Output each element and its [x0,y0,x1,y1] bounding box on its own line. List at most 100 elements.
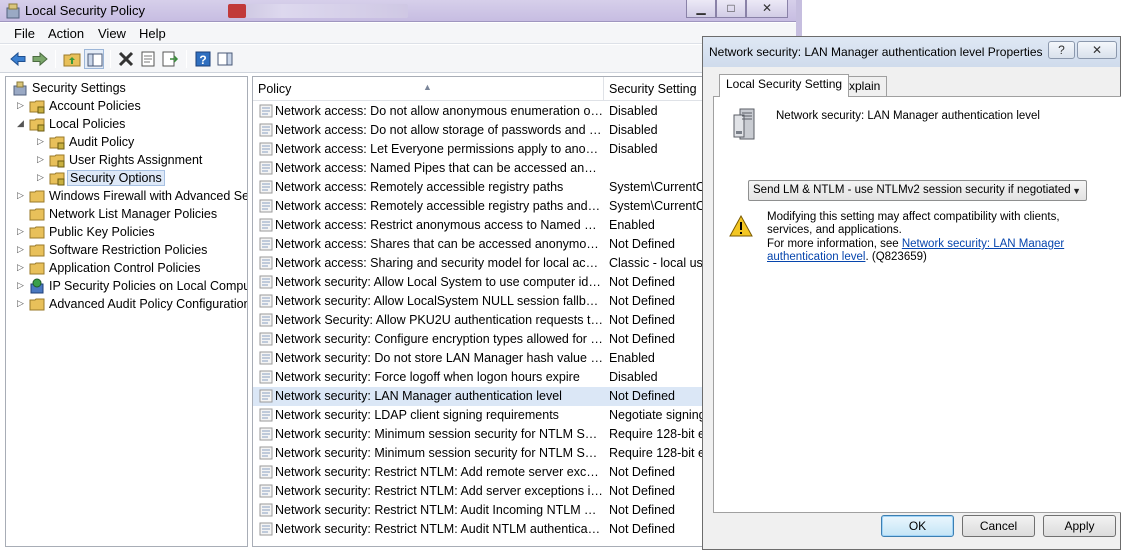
more-info-suffix: . (Q823659) [865,251,927,263]
dialog-help-button[interactable]: ? [1048,41,1075,59]
table-row[interactable]: Network access: Remotely accessible regi… [253,178,711,197]
help-button[interactable]: ? [193,49,213,69]
table-row[interactable]: Network security: Minimum session securi… [253,425,711,444]
table-row[interactable]: Network security: Restrict NTLM: Audit I… [253,501,711,520]
table-row[interactable]: Network access: Remotely accessible regi… [253,197,711,216]
title-bar[interactable]: Local Security Policy ▁ □ ✕ [0,0,796,22]
cancel-button[interactable]: Cancel [962,515,1035,537]
policy-name: Network security: Allow LocalSystem NULL… [275,294,603,308]
table-row[interactable]: Network security: LDAP client signing re… [253,406,711,425]
security-setting-value: Not Defined [609,522,676,536]
table-row[interactable]: Network access: Do not allow storage of … [253,121,711,140]
table-row[interactable]: Network security: Configure encryption t… [253,330,711,349]
more-info-text: For more information, see Network securi… [767,238,1107,264]
menu-action[interactable]: Action [48,26,84,41]
collapsed-arrow-icon[interactable]: ▷ [16,245,25,254]
policy-icon [259,427,273,441]
table-row[interactable]: Network access: Restrict anonymous acces… [253,216,711,235]
collapsed-arrow-icon[interactable]: ▷ [16,299,25,308]
delete-button[interactable] [116,49,136,69]
collapsed-arrow-icon[interactable]: ▷ [16,263,25,272]
table-row[interactable]: Network security: Restrict NTLM: Add ser… [253,482,711,501]
menu-help[interactable]: Help [139,26,166,41]
back-button[interactable] [8,49,28,69]
policy-icon [259,256,273,270]
table-row[interactable]: Network access: Let Everyone permissions… [253,140,711,159]
window-controls: ▁ □ ✕ [686,0,788,18]
collapsed-arrow-icon[interactable]: ▷ [36,155,45,164]
console-tree: Security Settings ▷ Account Policies ◢ Loca… [5,76,248,547]
taskbar-tab [228,4,408,18]
tab-local-security-setting[interactable]: Local Security Setting [719,74,850,97]
policy-name: Network access: Do not allow storage of … [275,123,603,137]
table-row[interactable]: Network security: Force logoff when logo… [253,368,711,387]
export-list-button[interactable] [160,49,180,69]
collapsed-arrow-icon[interactable]: ▷ [16,227,25,236]
policy-name: Network security: LDAP client signing re… [275,408,559,422]
folder-icon [29,208,45,221]
chevron-down-icon: ▼ [1072,186,1081,196]
apply-button-label: Apply [1064,519,1095,533]
folder-icon [29,244,45,257]
forward-button[interactable] [30,49,50,69]
table-row[interactable]: Network security: LAN Manager authentica… [253,387,711,406]
table-row[interactable]: Network access: Shares that can be acces… [253,235,711,254]
tree-item-label: Account Policies [49,99,141,113]
table-row[interactable]: Network security: Minimum session securi… [253,444,711,463]
column-header-setting[interactable]: Security Setting [604,77,711,101]
collapsed-arrow-icon[interactable] [16,209,25,218]
security-setting-value: Require 128-bit encryption [609,446,709,460]
policy-icon [259,389,273,403]
minimize-button[interactable]: ▁ [686,0,716,18]
table-row[interactable]: Network access: Do not allow anonymous e… [253,102,711,121]
ok-button[interactable]: OK [881,515,954,537]
security-setting-value: Not Defined [609,313,676,327]
policy-icon [259,522,273,536]
policy-icon [259,465,273,479]
policy-icon [259,237,273,251]
show-action-pane-button[interactable] [215,49,235,69]
table-row[interactable]: Network Security: Allow PKU2U authentica… [253,311,711,330]
policy-icon [259,332,273,346]
toolbar-separator [186,50,187,68]
maximize-button[interactable]: □ [716,0,746,18]
close-button[interactable]: ✕ [746,0,788,18]
apply-button[interactable]: Apply [1043,515,1116,537]
arrow-left-icon [10,51,26,67]
table-row[interactable]: Network access: Named Pipes that can be … [253,159,711,178]
table-row[interactable]: Network access: Sharing and security mod… [253,254,711,273]
security-setting-value: Not Defined [609,503,676,517]
table-row[interactable]: Network security: Restrict NTLM: Add rem… [253,463,711,482]
collapsed-arrow-icon[interactable]: ▷ [16,281,25,290]
collapsed-arrow-icon[interactable]: ▷ [36,173,45,182]
table-row[interactable]: Network security: Allow LocalSystem NULL… [253,292,711,311]
menu-view[interactable]: View [98,26,126,41]
collapsed-arrow-icon[interactable]: ▷ [16,191,25,200]
up-one-level-button[interactable] [62,49,82,69]
properties-icon [141,51,155,67]
folder-icon [29,226,45,239]
properties-button[interactable] [138,49,158,69]
column-header-policy[interactable]: Policy ▲ [253,77,604,101]
folder-icon [29,190,45,203]
server-icon [733,108,755,140]
action-pane-icon [217,52,233,66]
table-row[interactable]: Network security: Do not store LAN Manag… [253,349,711,368]
show-hide-tree-button[interactable] [84,49,104,69]
tree-item-label: Security Options [67,170,165,186]
table-row[interactable]: Network security: Allow Local System to … [253,273,711,292]
dialog-close-button[interactable]: ✕ [1077,41,1117,59]
security-setting-value: Disabled [609,104,658,118]
collapsed-arrow-icon[interactable]: ▷ [16,101,25,110]
tree-root-label: Security Settings [32,81,126,95]
policy-name: Network access: Shares that can be acces… [275,237,603,251]
dialog-title-bar[interactable]: Network security: LAN Manager authentica… [703,37,1120,67]
folder-lock-icon [29,118,45,132]
collapsed-arrow-icon[interactable]: ▷ [36,137,45,146]
security-setting-value: Disabled [609,123,658,137]
table-row[interactable]: Network security: Restrict NTLM: Audit N… [253,520,711,539]
menu-file[interactable]: File [14,26,35,41]
expanded-arrow-icon[interactable]: ◢ [16,119,25,128]
authentication-level-dropdown[interactable]: Send LM & NTLM - use NTLMv2 session secu… [748,180,1087,201]
policy-icon [259,275,273,289]
